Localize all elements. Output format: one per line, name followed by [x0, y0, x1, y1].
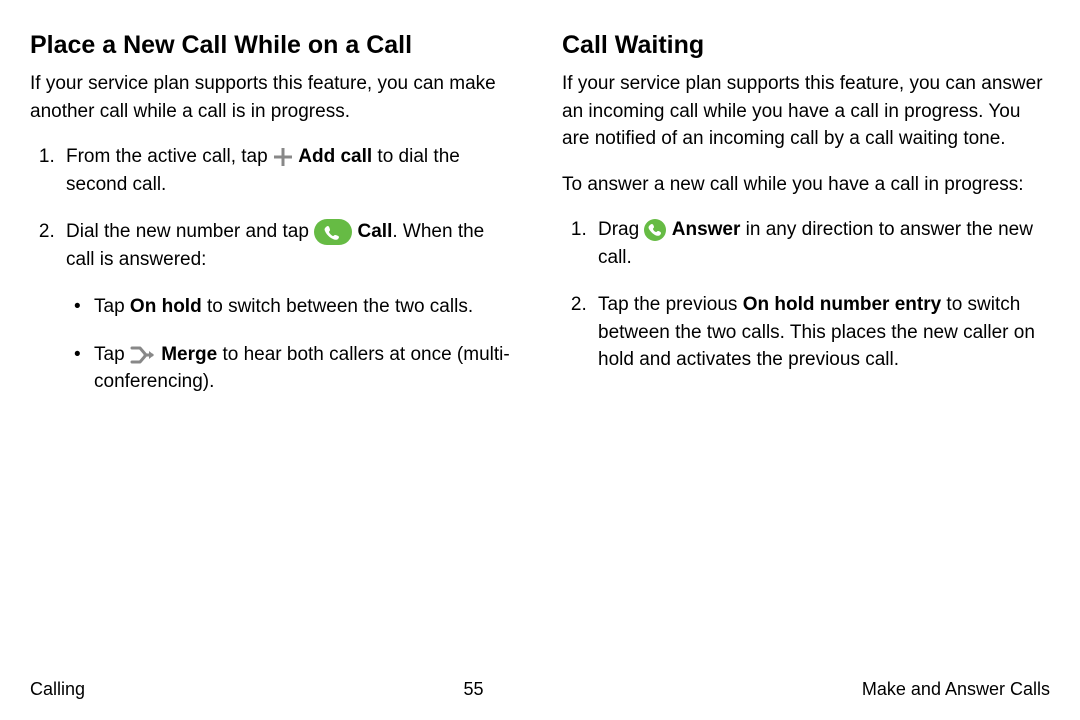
substep-1-text-a: Tap [94, 296, 130, 317]
page-footer: Calling 55 Make and Answer Calls [30, 669, 1050, 700]
step-2: Dial the new number and tap Call. When t… [60, 218, 518, 396]
substep-1-bold: On hold [130, 296, 202, 317]
page-number: 55 [463, 679, 483, 700]
step-2-bold: Call [358, 221, 393, 242]
intro-paragraph-right: If your service plan supports this featu… [562, 70, 1050, 153]
intro-paragraph: If your service plan supports this featu… [30, 70, 518, 125]
step-r1-bold: Answer [672, 219, 741, 240]
heading-place-new-call: Place a New Call While on a Call [30, 30, 518, 60]
step-r2-text-a: Tap the previous [598, 294, 743, 315]
substep-2: Tap Merge to hear both callers at once (… [74, 341, 518, 396]
footer-right: Make and Answer Calls [862, 679, 1050, 700]
substep-2-text-a: Tap [94, 344, 130, 365]
steps-list-right: Drag Answer in any direction to answer t… [562, 216, 1050, 374]
step-r2-bold: On hold number entry [743, 294, 941, 315]
step-1: From the active call, tap Add call to di… [60, 143, 518, 198]
merge-icon [130, 344, 156, 366]
heading-call-waiting: Call Waiting [562, 30, 1050, 60]
answer-phone-icon [644, 219, 666, 241]
left-column: Place a New Call While on a Call If your… [30, 30, 518, 416]
substeps-list: Tap On hold to switch between the two ca… [66, 293, 518, 396]
footer-left: Calling [30, 679, 85, 700]
steps-list: From the active call, tap Add call to di… [30, 143, 518, 396]
step-1-bold: Add call [298, 146, 372, 167]
plus-icon [273, 147, 293, 167]
substep-2-bold: Merge [161, 344, 217, 365]
step-1-text-a: From the active call, tap [66, 146, 273, 167]
step-r1: Drag Answer in any direction to answer t… [592, 216, 1050, 271]
step-2-text-a: Dial the new number and tap [66, 221, 314, 242]
substep-1: Tap On hold to switch between the two ca… [74, 293, 518, 321]
phone-icon [314, 219, 352, 245]
step-r1-text-a: Drag [598, 219, 644, 240]
right-column: Call Waiting If your service plan suppor… [562, 30, 1050, 416]
substep-2-text-c: to hear both callers at once (multi-conf… [94, 344, 510, 393]
substep-1-text-c: to switch between the two calls. [202, 296, 473, 317]
step-r2: Tap the previous On hold number entry to… [592, 291, 1050, 374]
content-columns: Place a New Call While on a Call If your… [30, 30, 1050, 416]
lead-paragraph: To answer a new call while you have a ca… [562, 171, 1050, 199]
